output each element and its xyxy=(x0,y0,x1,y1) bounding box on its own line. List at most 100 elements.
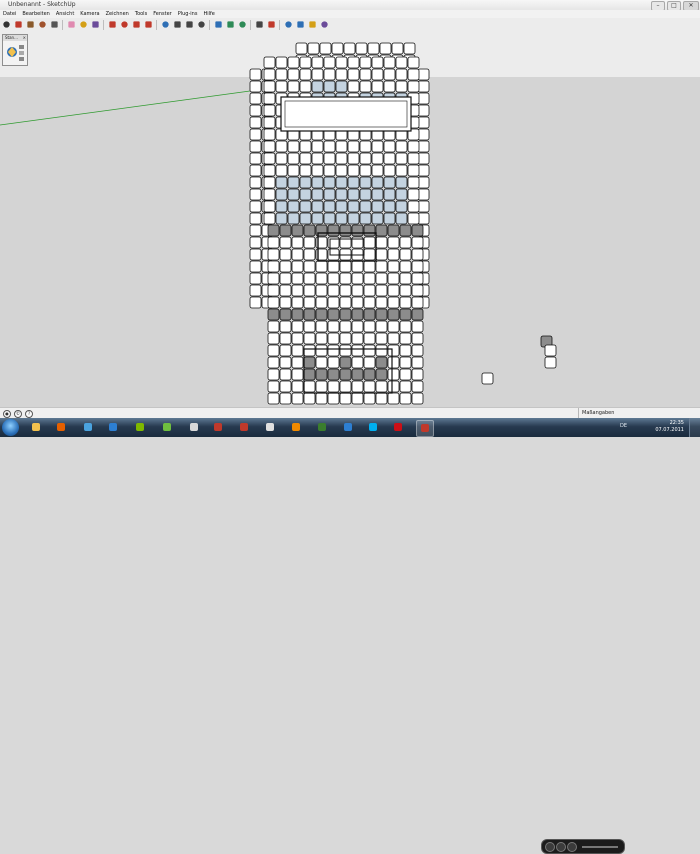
zoom-button[interactable] xyxy=(184,20,194,30)
offset-button[interactable] xyxy=(143,20,153,30)
menu-help[interactable]: Hilfe xyxy=(200,10,217,18)
taskbar-app-firefox[interactable] xyxy=(53,420,69,435)
pan-button[interactable] xyxy=(172,20,182,30)
share-component-button[interactable] xyxy=(295,20,305,30)
taskbar-app-vlc[interactable] xyxy=(288,420,304,435)
model-cube xyxy=(323,140,336,153)
line-pencil-button[interactable] xyxy=(13,20,23,30)
menu-file[interactable]: Datei xyxy=(0,10,19,18)
orbit-button[interactable] xyxy=(160,20,170,30)
model-cube xyxy=(267,308,280,321)
taskbar-app-browser[interactable] xyxy=(340,420,356,435)
share-model-button[interactable] xyxy=(283,20,293,30)
taskbar-app-nero[interactable] xyxy=(132,420,148,435)
model-cube xyxy=(327,224,340,237)
start-button[interactable] xyxy=(2,419,19,436)
get-photo-texture-button[interactable] xyxy=(307,20,317,30)
model-cube xyxy=(291,236,304,249)
menu-view[interactable]: Ansicht xyxy=(53,10,77,18)
play-icon[interactable] xyxy=(567,842,577,852)
model-cube xyxy=(311,188,324,201)
previous-icon[interactable] xyxy=(556,842,566,852)
circle-button[interactable] xyxy=(37,20,47,30)
model-cube xyxy=(417,176,430,189)
taskbar-app-sketch-app[interactable] xyxy=(210,420,226,435)
taskbar-app-skype[interactable] xyxy=(365,420,381,435)
model-cube xyxy=(399,380,412,393)
standard-tray[interactable]: Stan... × xyxy=(2,34,28,66)
menu-tools[interactable]: Tools xyxy=(132,10,150,18)
model-cube xyxy=(335,68,348,81)
taskbar-app-media-player[interactable] xyxy=(105,420,121,435)
language-indicator[interactable]: DE xyxy=(620,423,627,429)
model-cube xyxy=(249,68,262,81)
menu-plugins[interactable]: Plug-ins xyxy=(175,10,201,18)
tape-measure-button[interactable] xyxy=(78,20,88,30)
model-cube xyxy=(387,272,400,285)
menu-camera[interactable]: Kamera xyxy=(77,10,102,18)
model-cube xyxy=(411,296,424,309)
model-cube xyxy=(399,392,412,405)
zoom-window-button[interactable] xyxy=(196,20,206,30)
previous-view-button[interactable] xyxy=(225,20,235,30)
model-cube xyxy=(263,128,276,141)
taskbar-app-paint[interactable] xyxy=(186,420,202,435)
model-cube xyxy=(263,92,276,105)
rectangle-button[interactable] xyxy=(25,20,35,30)
stop-icon[interactable] xyxy=(545,842,555,852)
model-cube xyxy=(267,284,280,297)
model-cube xyxy=(311,200,324,213)
taskbar-app-explorer-folder[interactable] xyxy=(28,420,44,435)
taskbar-app-sketchup[interactable] xyxy=(416,420,434,437)
tray-small-icon[interactable] xyxy=(19,45,24,61)
model-cube xyxy=(371,140,384,153)
credits-icon[interactable]: © xyxy=(14,410,22,418)
model-cube xyxy=(395,164,408,177)
model-cube xyxy=(279,344,292,357)
push-pull-button[interactable] xyxy=(107,20,117,30)
drawing-viewport[interactable] xyxy=(0,31,700,407)
taskbar-app-filezilla[interactable] xyxy=(236,420,252,435)
taskbar-app-itunes[interactable] xyxy=(80,420,96,435)
move-button[interactable] xyxy=(119,20,129,30)
model-cube xyxy=(335,140,348,153)
banner-panel xyxy=(280,96,412,132)
select-arrow-button[interactable] xyxy=(1,20,11,30)
taskbar-app-opera[interactable] xyxy=(390,420,406,435)
model-cube xyxy=(267,320,280,333)
model-cube xyxy=(417,128,430,141)
seek-slider[interactable] xyxy=(582,846,618,848)
menu-draw[interactable]: Zeichnen xyxy=(103,10,132,18)
paint-bucket-button[interactable] xyxy=(90,20,100,30)
orbit-icon[interactable] xyxy=(7,47,17,57)
model-canvas[interactable] xyxy=(0,31,700,407)
help-icon[interactable]: ? xyxy=(25,410,33,418)
add-location-button[interactable] xyxy=(319,20,329,30)
show-desktop-button[interactable] xyxy=(689,418,700,437)
zoom-icon xyxy=(185,21,193,28)
rotate-button[interactable] xyxy=(131,20,141,30)
model-cube xyxy=(335,176,348,189)
model-cube xyxy=(351,356,364,369)
eraser-button[interactable] xyxy=(66,20,76,30)
clock[interactable]: 22:35 07.07.2011 xyxy=(655,420,684,434)
geolocation-icon[interactable]: ● xyxy=(3,410,11,418)
next-view-button[interactable] xyxy=(237,20,247,30)
menu-edit[interactable]: Bearbeiten xyxy=(19,10,52,18)
model-info-button[interactable] xyxy=(254,20,264,30)
model-cube xyxy=(387,284,400,297)
taskbar-app-game[interactable] xyxy=(314,420,330,435)
menu-window[interactable]: Fenster xyxy=(150,10,175,18)
model-cube xyxy=(335,188,348,201)
model-cube xyxy=(335,200,348,213)
zoom-extents-button[interactable] xyxy=(213,20,223,30)
arc-button[interactable] xyxy=(49,20,59,30)
model-cube xyxy=(287,140,300,153)
taskbar-app-notepad[interactable] xyxy=(262,420,278,435)
get-models-button[interactable] xyxy=(266,20,276,30)
media-player-icon xyxy=(109,423,117,431)
taskbar-app-sims[interactable] xyxy=(159,420,175,435)
model-cube xyxy=(375,296,388,309)
model-cube xyxy=(299,68,312,81)
model-cube xyxy=(331,42,344,55)
